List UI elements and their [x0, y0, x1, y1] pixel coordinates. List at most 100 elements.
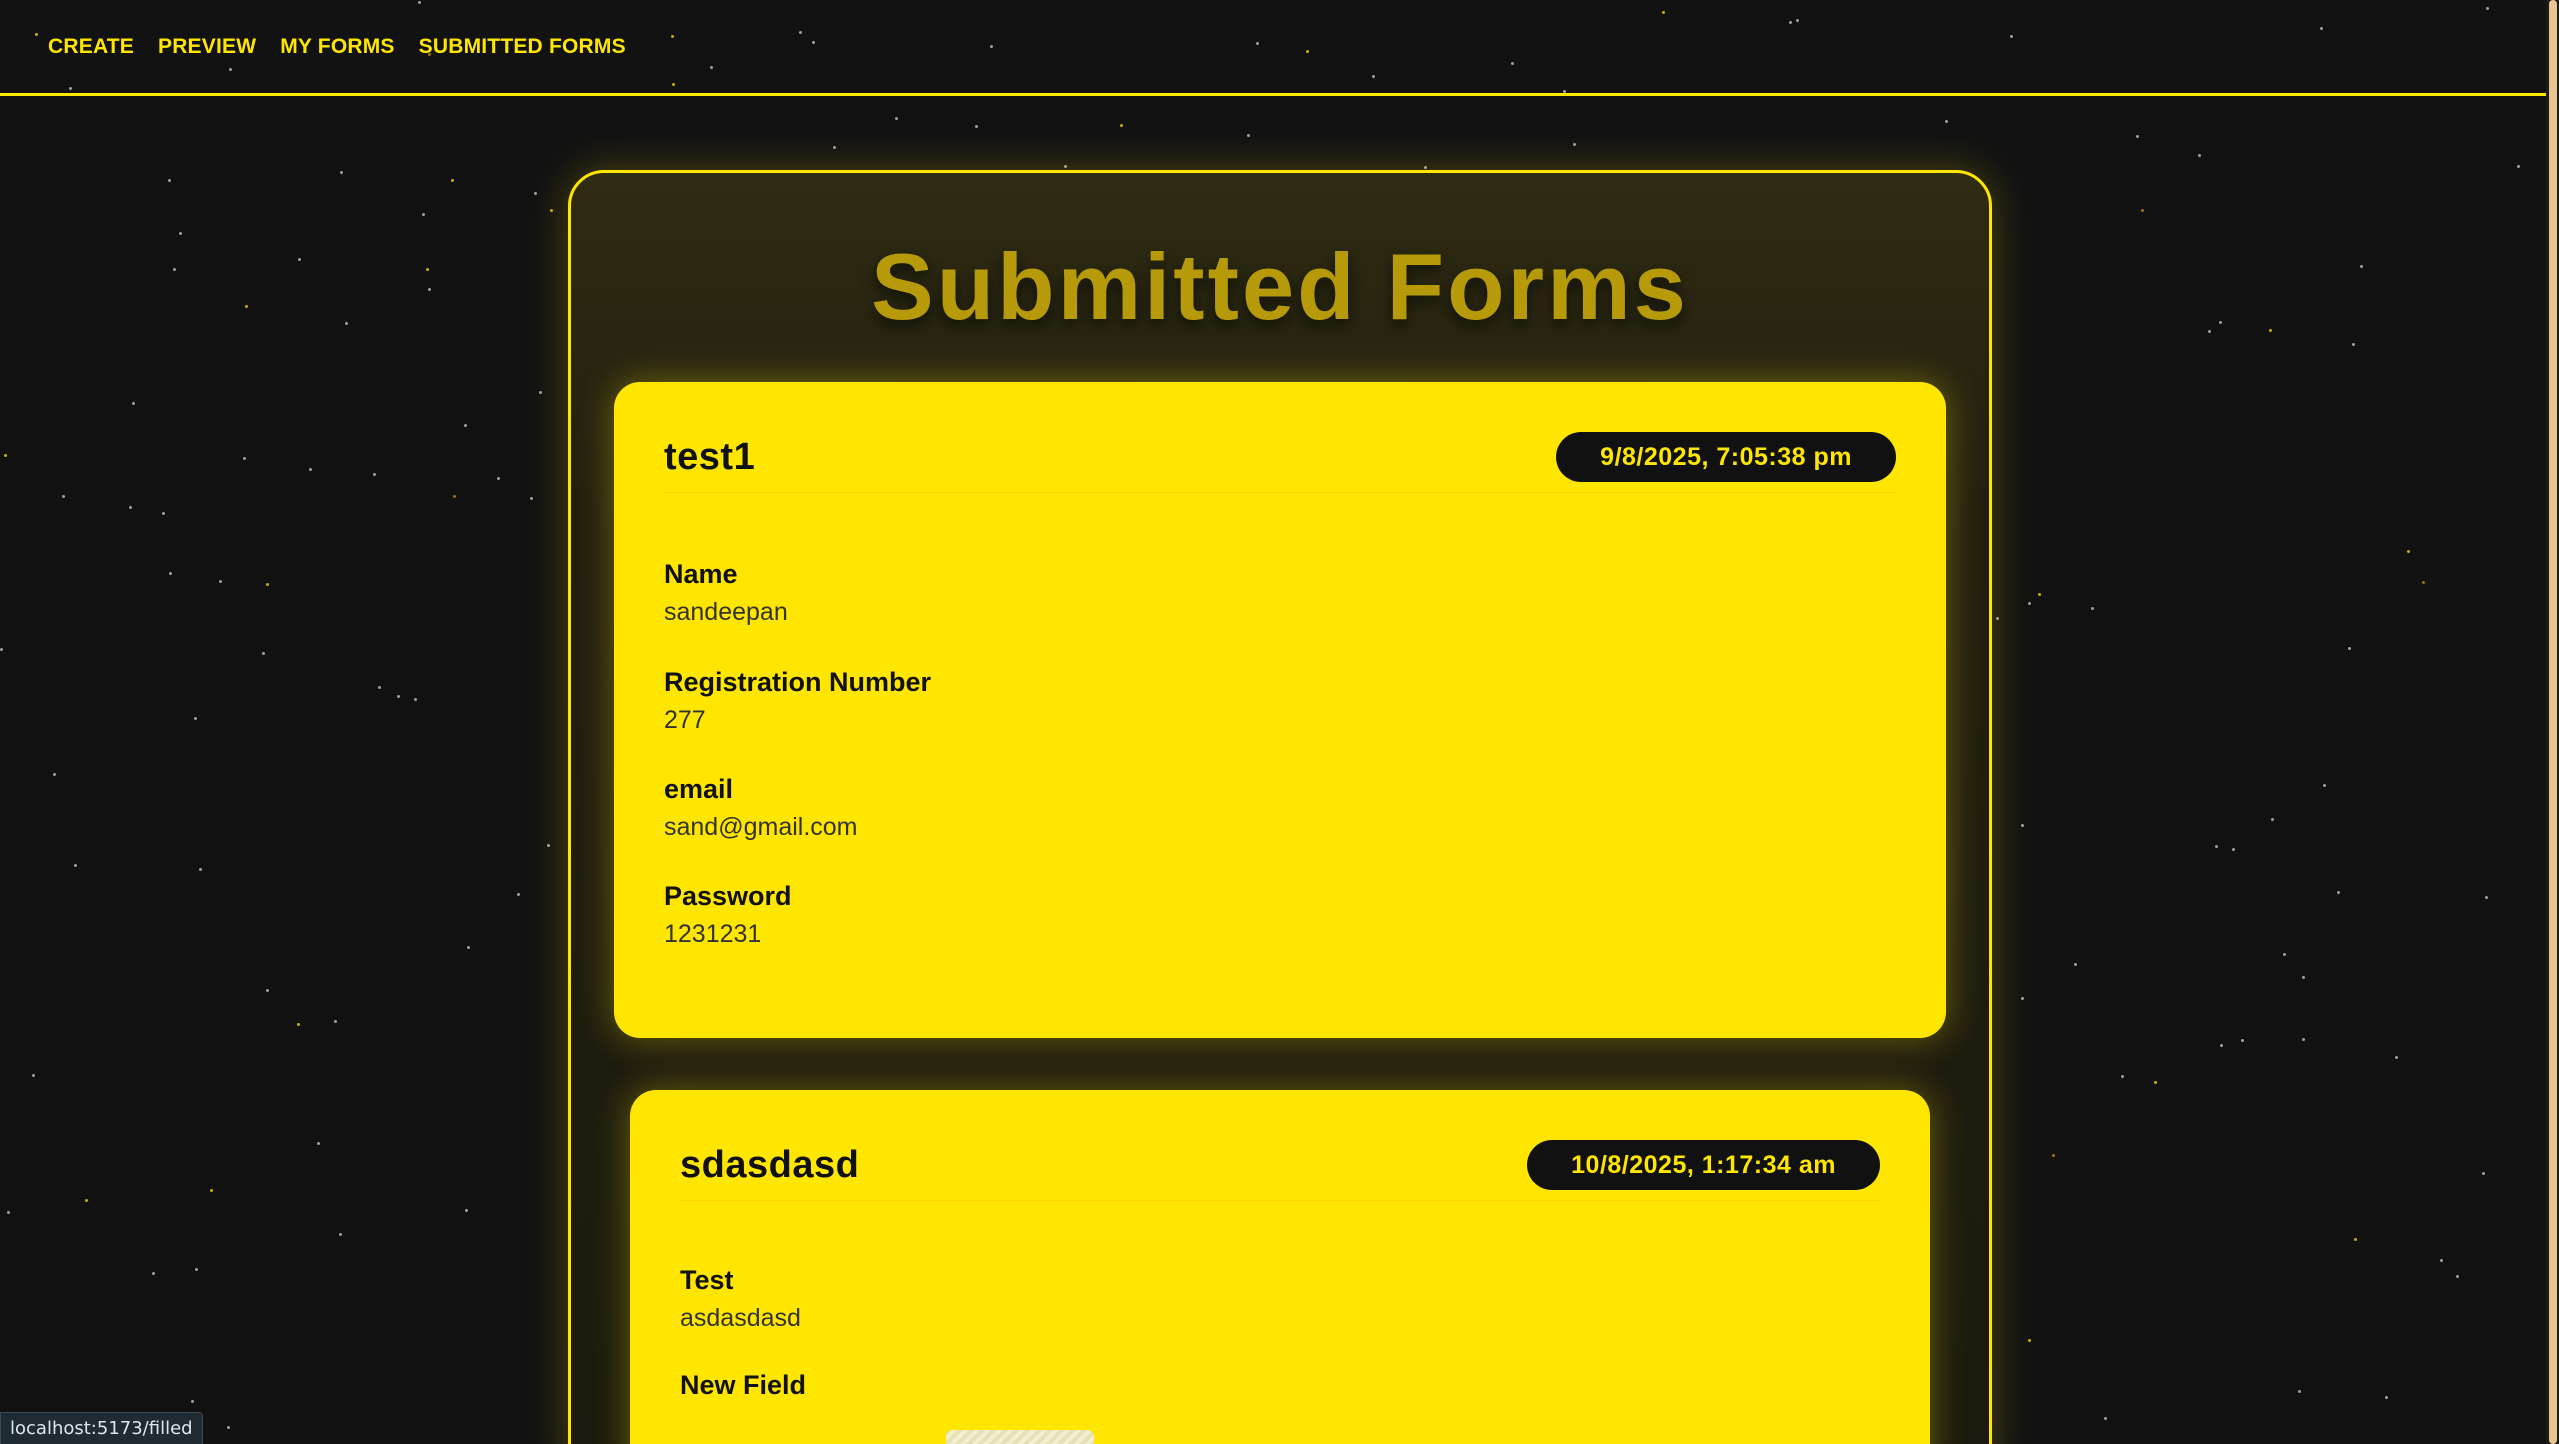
star-dot — [169, 572, 172, 575]
page-scrollbar[interactable] — [2546, 0, 2559, 1444]
field-label: Name — [664, 559, 738, 589]
star-dot — [2271, 818, 2274, 821]
star-dot — [339, 1233, 342, 1236]
star-dot — [550, 209, 553, 212]
star-dot — [2038, 593, 2041, 596]
star-dot — [378, 686, 381, 689]
star-dot — [497, 477, 500, 480]
star-dot — [517, 893, 520, 896]
star-dot — [2302, 1038, 2305, 1041]
nav-link-my-forms[interactable]: MY FORMS — [280, 35, 394, 59]
scrollbar-thumb[interactable] — [2549, 0, 2557, 1444]
star-dot — [895, 117, 898, 120]
star-dot — [4, 454, 7, 457]
star-dot — [2440, 1259, 2443, 1262]
star-dot — [465, 1209, 468, 1212]
star-dot — [453, 495, 456, 498]
star-dot — [1945, 120, 1948, 123]
field-label: Password — [664, 881, 792, 911]
page-title: Submitted Forms — [871, 234, 1689, 339]
star-dot — [227, 1426, 230, 1429]
star-dot — [168, 179, 171, 182]
star-dot — [7, 1211, 10, 1214]
star-dot — [1247, 134, 1250, 137]
nav-link-create[interactable]: CREATE — [48, 35, 134, 59]
browser-status-bar-url: localhost:5173/filled — [0, 1412, 203, 1444]
field-label: Registration Number — [664, 667, 932, 697]
field-label: New Field — [680, 1370, 807, 1400]
star-dot — [334, 1020, 337, 1023]
star-dot — [547, 844, 550, 847]
nav-link-submitted-forms[interactable]: SUBMITTED FORMS — [419, 35, 626, 59]
star-dot — [297, 1023, 300, 1026]
star-dot — [426, 268, 429, 271]
star-dot — [2141, 209, 2144, 212]
field-label: email — [664, 774, 734, 804]
star-dot — [428, 288, 431, 291]
star-dot — [451, 179, 454, 182]
star-dot — [2215, 845, 2218, 848]
star-dot — [2021, 824, 2024, 827]
submission-card-header: test1 9/8/2025, 7:05:38 pm — [664, 432, 1896, 493]
star-dot — [2074, 963, 2077, 966]
submission-title: test1 — [664, 436, 756, 478]
star-dot — [32, 1074, 35, 1077]
field-value: sand@gmail.com — [664, 813, 858, 841]
star-dot — [464, 424, 467, 427]
field-name: Name sandeepan — [664, 557, 788, 629]
star-dot — [2154, 1081, 2157, 1084]
star-dot — [219, 580, 222, 583]
star-dot — [397, 695, 400, 698]
star-dot — [2208, 330, 2211, 333]
field-new-field: New Field — [680, 1368, 806, 1406]
field-value: 1231231 — [664, 920, 762, 948]
star-dot — [2354, 1238, 2357, 1241]
star-dot — [262, 652, 265, 655]
star-dot — [340, 171, 343, 174]
star-dot — [1996, 617, 1999, 620]
star-dot — [2456, 1275, 2459, 1278]
star-dot — [2269, 329, 2272, 332]
star-dot — [199, 868, 202, 871]
field-value-image-placeholder — [946, 1430, 1094, 1444]
star-dot — [309, 468, 312, 471]
star-dot — [530, 497, 533, 500]
star-dot — [2352, 343, 2355, 346]
star-dot — [266, 583, 269, 586]
field-email: email sand@gmail.com — [664, 772, 858, 844]
star-dot — [2028, 602, 2031, 605]
star-dot — [152, 1272, 155, 1275]
star-dot — [2395, 1056, 2398, 1059]
star-dot — [2028, 1339, 2031, 1342]
star-dot — [132, 402, 135, 405]
field-value: sandeepan — [664, 598, 788, 626]
nav-link-preview[interactable]: PREVIEW — [158, 35, 256, 59]
star-dot — [243, 457, 246, 460]
star-dot — [2422, 581, 2425, 584]
star-dot — [414, 698, 417, 701]
star-dot — [74, 864, 77, 867]
star-dot — [2348, 647, 2351, 650]
star-dot — [2385, 1396, 2388, 1399]
star-dot — [162, 512, 165, 515]
star-dot — [1064, 165, 1067, 168]
star-dot — [2323, 784, 2326, 787]
star-dot — [2337, 891, 2340, 894]
star-dot — [2482, 1172, 2485, 1175]
star-dot — [210, 1189, 213, 1192]
star-dot — [975, 125, 978, 128]
star-dot — [173, 268, 176, 271]
star-dot — [195, 1268, 198, 1271]
star-dot — [2198, 154, 2201, 157]
star-dot — [373, 473, 376, 476]
star-dot — [2360, 265, 2363, 268]
star-dot — [1424, 166, 1427, 169]
star-dot — [53, 773, 56, 776]
star-dot — [2091, 607, 2094, 610]
star-dot — [1573, 143, 1576, 146]
top-navbar: CREATE PREVIEW MY FORMS SUBMITTED FORMS — [0, 0, 2546, 96]
star-dot — [266, 989, 269, 992]
star-dot — [129, 506, 132, 509]
submission-date-badge: 9/8/2025, 7:05:38 pm — [1556, 432, 1896, 482]
star-dot — [422, 213, 425, 216]
